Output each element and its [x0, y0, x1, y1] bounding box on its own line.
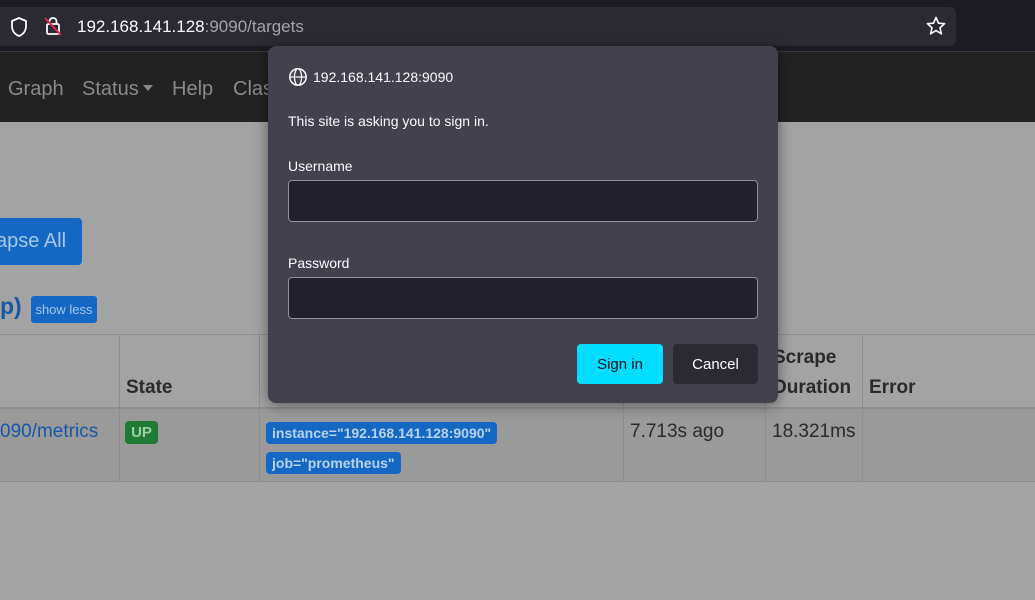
state-badge: UP — [125, 421, 158, 444]
last-scrape-value: 7.713s ago — [630, 421, 725, 442]
nav-classic[interactable]: Clas — [233, 78, 273, 101]
header-duration: Duration — [773, 377, 852, 398]
header-error: Error — [869, 377, 916, 398]
username-field[interactable] — [288, 180, 758, 222]
password-label: Password — [288, 255, 350, 271]
url-path: :9090/targets — [204, 17, 304, 36]
table-row — [0, 409, 1035, 481]
address-bar[interactable]: 192.168.141.128:9090/targets — [0, 7, 956, 46]
header-state: State — [126, 377, 173, 398]
lock-slash-icon[interactable] — [42, 15, 64, 37]
url-host: 192.168.141.128 — [77, 17, 205, 36]
cancel-button[interactable]: Cancel — [673, 344, 758, 384]
scrape-duration-value: 18.321ms — [772, 421, 856, 442]
column-divider — [862, 334, 863, 482]
nav-graph[interactable]: Graph — [8, 78, 64, 101]
username-label: Username — [288, 158, 353, 174]
show-less-button[interactable]: show less — [31, 296, 97, 323]
sign-in-button[interactable]: Sign in — [577, 344, 663, 384]
nav-status[interactable]: Status — [82, 78, 153, 101]
auth-dialog: 192.168.141.128:9090 This site is asking… — [268, 46, 778, 403]
label-badge-instance: instance="192.168.141.128:9090" — [266, 422, 498, 444]
star-icon[interactable] — [925, 15, 947, 37]
password-field[interactable] — [288, 277, 758, 319]
endpoint-link[interactable]: 090/metrics — [0, 421, 98, 443]
nav-status-label: Status — [82, 78, 139, 100]
url-text[interactable]: 192.168.141.128:9090/targets — [77, 17, 304, 37]
table-row-border — [0, 481, 1035, 482]
caret-down-icon — [142, 84, 153, 91]
column-divider — [119, 334, 120, 482]
header-scrape: Scrape — [773, 347, 837, 368]
section-title-fragment: p) — [0, 293, 22, 319]
globe-icon — [289, 68, 307, 86]
nav-help[interactable]: Help — [172, 78, 213, 101]
label-badge-job: job="prometheus" — [266, 452, 401, 474]
dialog-message: This site is asking you to sign in. — [288, 113, 489, 129]
table-header-border — [0, 407, 1035, 409]
collapse-all-button[interactable]: apse All — [0, 218, 82, 265]
column-divider — [259, 334, 260, 482]
dialog-host: 192.168.141.128:9090 — [313, 69, 454, 85]
browser-toolbar: 192.168.141.128:9090/targets — [0, 0, 1035, 52]
shield-icon[interactable] — [8, 16, 30, 38]
